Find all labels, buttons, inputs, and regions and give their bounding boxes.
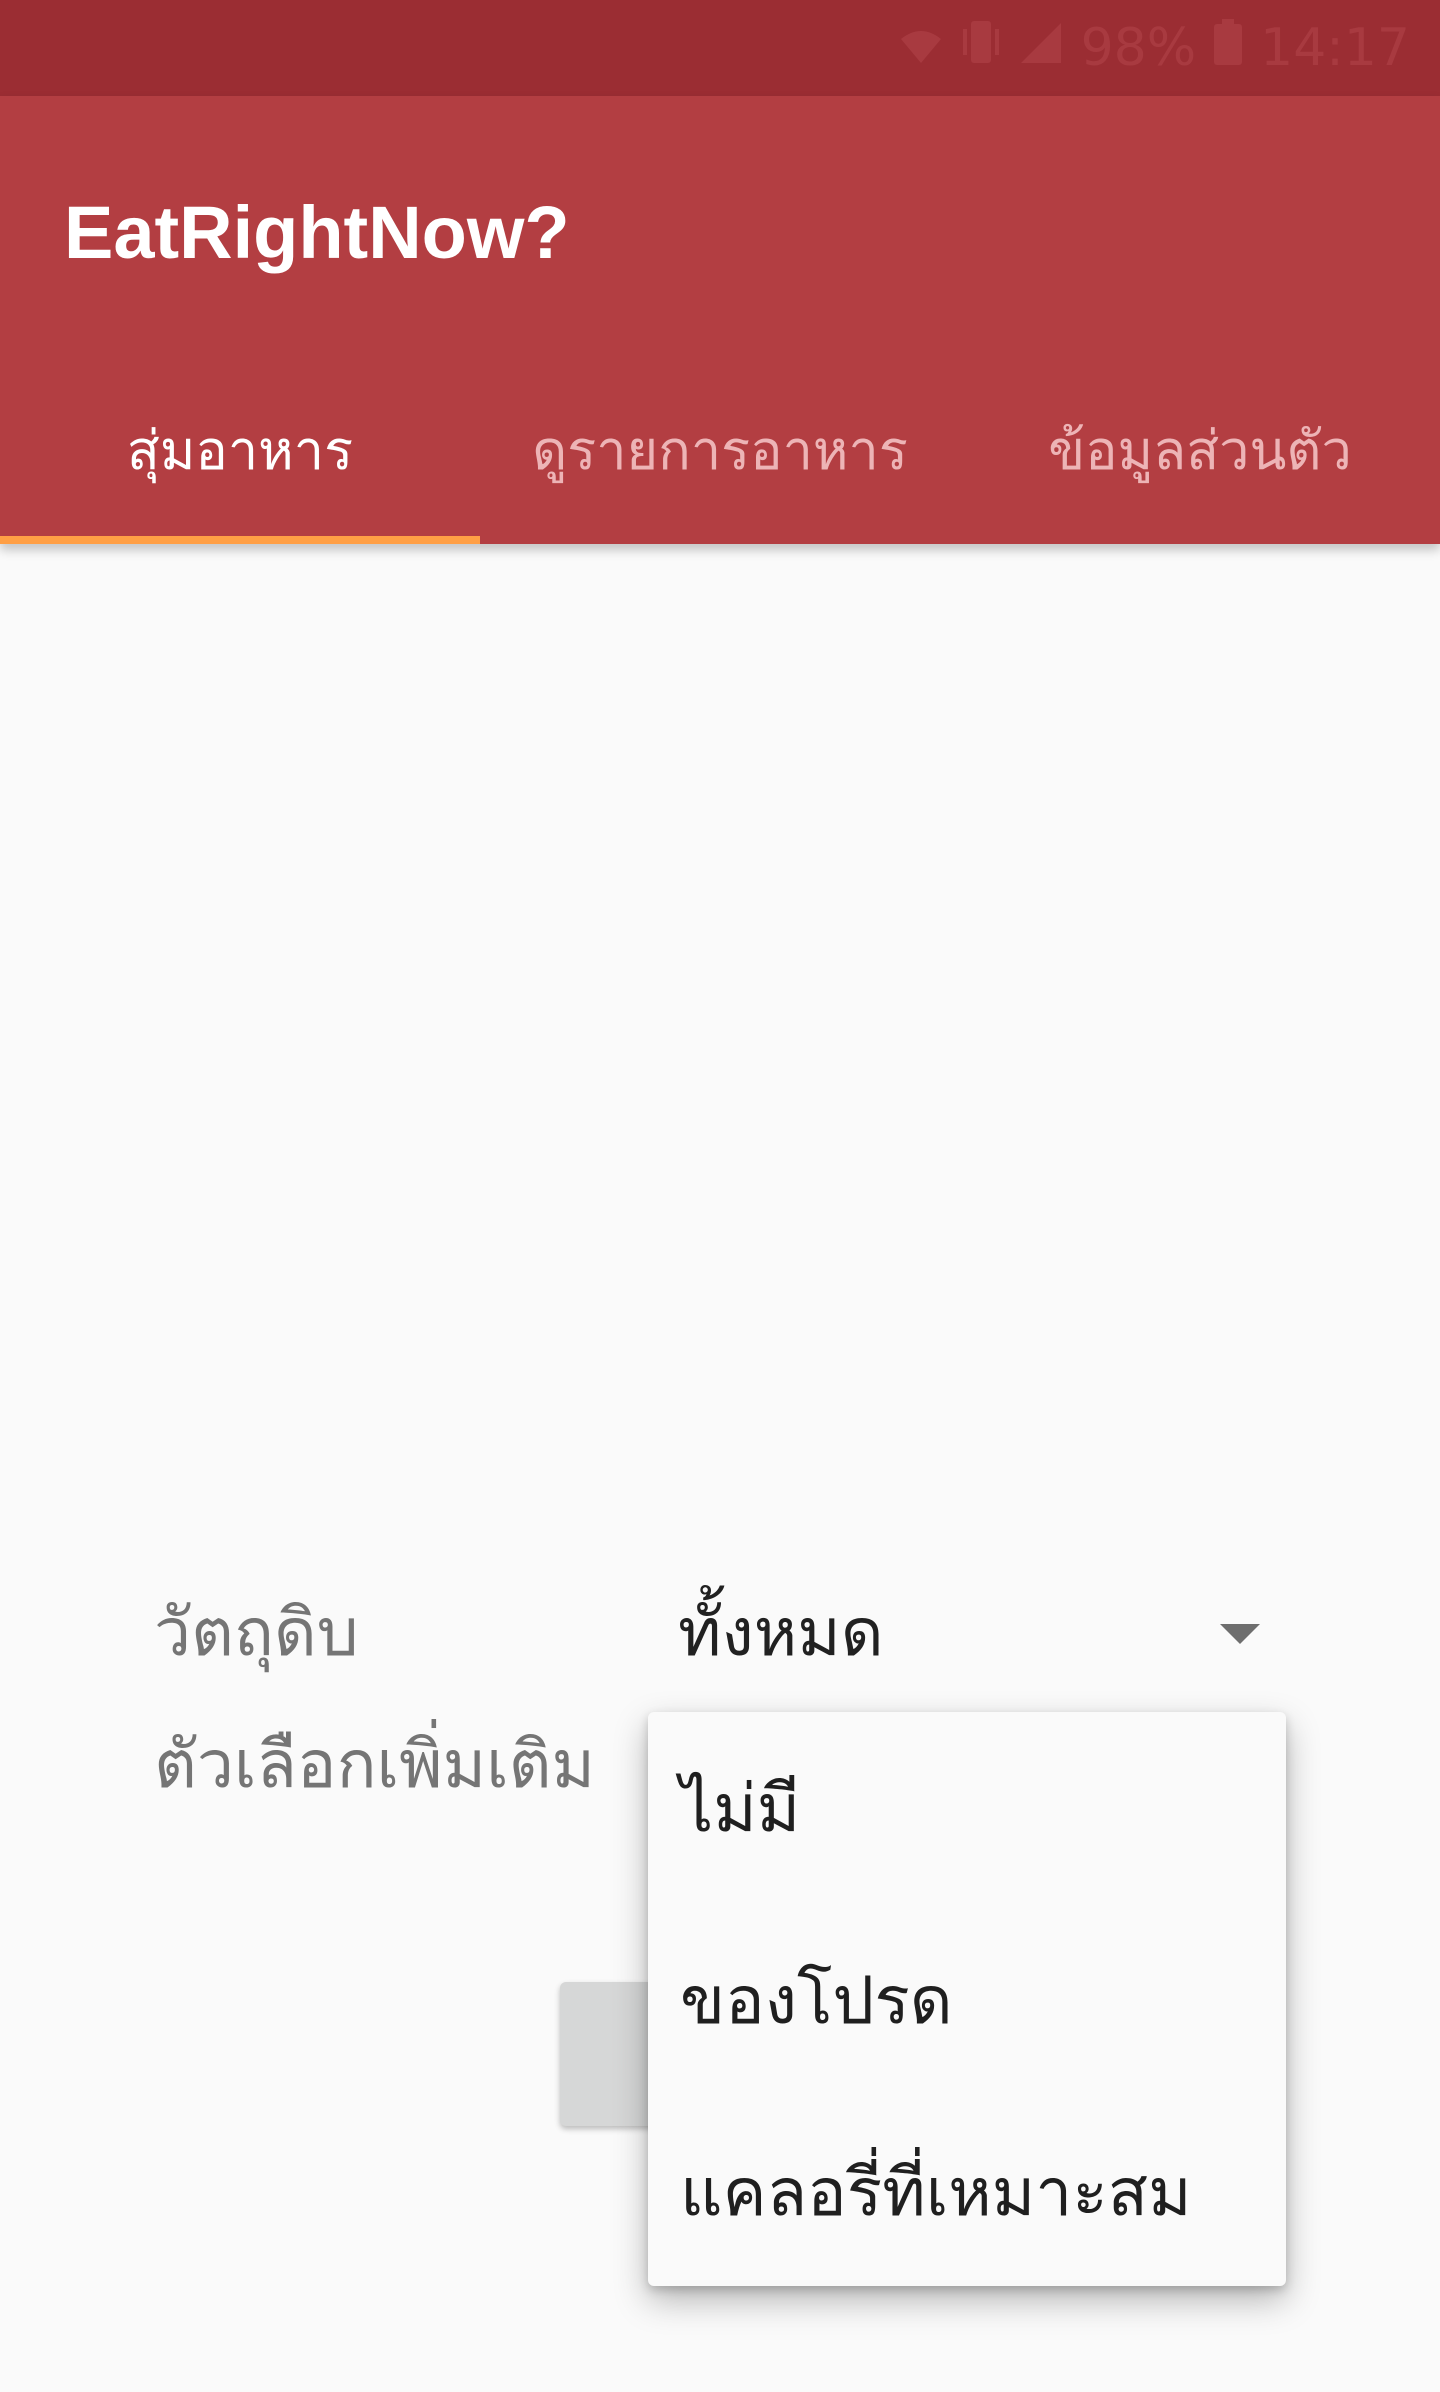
ingredient-label: วัตถุดิบ <box>154 1594 359 1671</box>
signal-icon <box>1019 18 1063 78</box>
ingredient-spinner-value: ทั้งหมด <box>678 1594 884 1671</box>
tab-profile[interactable]: ข้อมูลส่วนตัว <box>960 356 1440 544</box>
battery-percent: 98% <box>1080 18 1197 78</box>
tab-bar: สุ่มอาหาร ดูรายการอาหาร ข้อมูลส่วนตัว <box>0 356 1440 544</box>
options-label: ตัวเลือกเพิ่มเติม <box>154 1726 596 1803</box>
dropdown-item-suitable-calories[interactable]: แคลอรี่ที่เหมาะสม <box>648 2096 1286 2288</box>
tab-label: สุ่มอาหาร <box>126 419 354 482</box>
options-dropdown-menu: ไม่มี ของโปรด แคลอรี่ที่เหมาะสม <box>648 1712 1286 2286</box>
status-bar: 98% 14:17 <box>0 0 1440 96</box>
status-icons: 98% 14:17 <box>899 0 1410 96</box>
dropdown-item-label: ไม่มี <box>680 1769 801 1847</box>
tab-random-food[interactable]: สุ่มอาหาร <box>0 356 480 544</box>
dropdown-item-label: แคลอรี่ที่เหมาะสม <box>680 2153 1192 2231</box>
battery-icon <box>1214 18 1243 78</box>
dropdown-item-favorites[interactable]: ของโปรด <box>648 1904 1286 2096</box>
dropdown-item-label: ของโปรด <box>680 1961 953 2039</box>
app-bar: EatRightNow? สุ่มอาหาร ดูรายการอาหาร ข้อ… <box>0 96 1440 544</box>
tab-label: ข้อมูลส่วนตัว <box>1048 419 1352 482</box>
ingredient-spinner[interactable]: ทั้งหมด <box>660 1570 1280 1700</box>
tab-food-list[interactable]: ดูรายการอาหาร <box>480 356 960 544</box>
status-time: 14:17 <box>1260 18 1410 78</box>
app-title: EatRightNow? <box>64 191 570 274</box>
dropdown-item-none[interactable]: ไม่มี <box>648 1712 1286 1904</box>
dropdown-arrow-icon <box>1220 1624 1260 1644</box>
vibrate-icon <box>961 18 1001 78</box>
tab-label: ดูรายการอาหาร <box>532 419 908 482</box>
wifi-icon <box>899 18 943 78</box>
tab-indicator <box>0 536 480 544</box>
